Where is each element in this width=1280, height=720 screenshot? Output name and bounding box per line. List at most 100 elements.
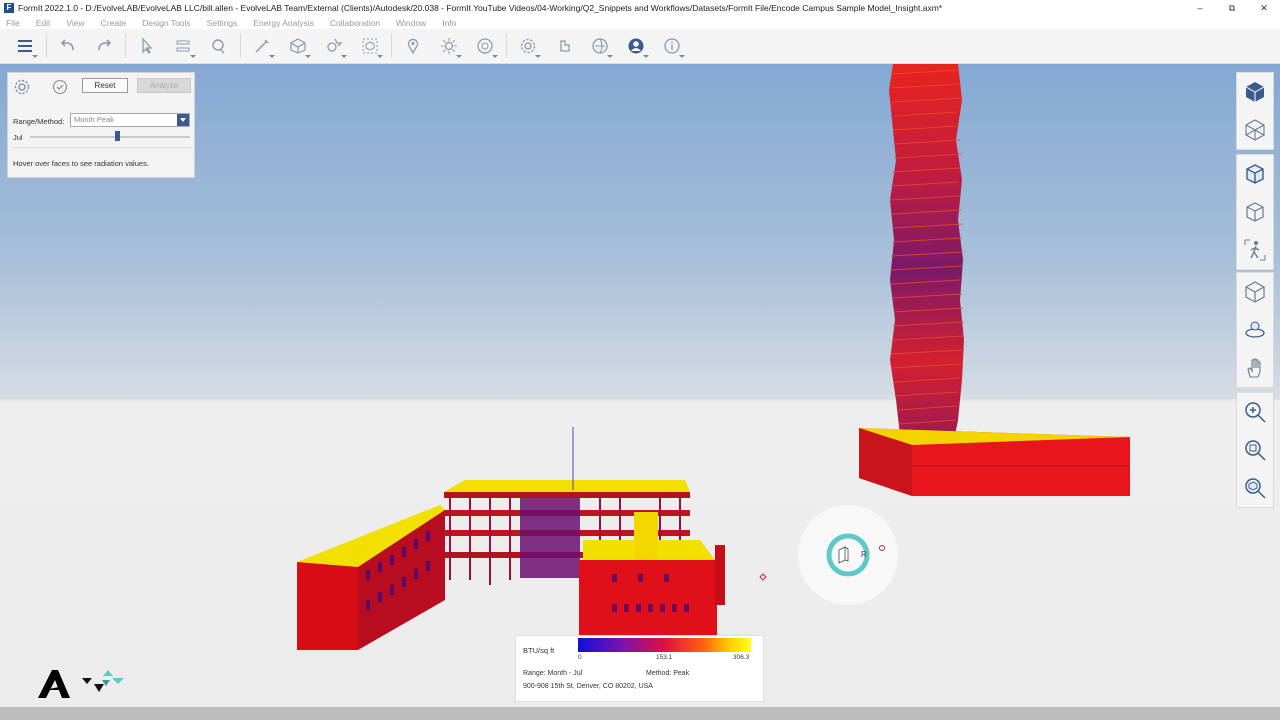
menu-energy-analysis[interactable]: Energy Analysis	[253, 18, 313, 28]
month-slider-thumb[interactable]	[115, 131, 120, 141]
menu-collaboration[interactable]: Collaboration	[330, 18, 380, 28]
look-around-icon	[1245, 321, 1265, 338]
location-button[interactable]	[398, 31, 428, 61]
walk-mode-button[interactable]	[1237, 231, 1273, 269]
campus-left-wing[interactable]	[297, 505, 445, 650]
walk-mode-icon	[1244, 239, 1266, 261]
panel-divider	[12, 147, 192, 148]
analysis-settings-icon[interactable]	[13, 78, 31, 96]
align-button[interactable]	[168, 31, 198, 61]
layers-icon	[18, 40, 32, 52]
right-tools-group-2	[1236, 154, 1274, 270]
menu-view[interactable]: View	[66, 18, 84, 28]
origin-marker	[759, 573, 767, 581]
legend-mid: 153.1	[656, 654, 673, 661]
look-around-button[interactable]	[1237, 311, 1273, 349]
tower-podium[interactable]	[859, 428, 1130, 496]
zoom-extents-icon	[1245, 440, 1266, 461]
zoom-selection-button[interactable]	[1237, 469, 1273, 507]
right-tools-group-1	[1236, 72, 1274, 150]
draw-line-icon	[255, 39, 269, 53]
visual-style-icon	[477, 38, 493, 54]
right-tools-group-4	[1236, 392, 1274, 508]
menu-create[interactable]: Create	[101, 18, 127, 28]
window-title: FormIt 2022.1.0 - D:/EvolveLAB/EvolveLAB…	[18, 3, 943, 13]
orthographic-view-icon	[1246, 202, 1264, 222]
chevron-down-icon[interactable]	[177, 114, 189, 126]
solid-button[interactable]	[283, 31, 313, 61]
zoom-extents-button[interactable]	[1237, 431, 1273, 469]
month-slider-track[interactable]	[30, 136, 190, 138]
legend-color-bar	[578, 638, 751, 652]
autodesk-logo	[38, 670, 70, 698]
restore-button[interactable]: ⧉	[1216, 3, 1248, 14]
reset-button[interactable]: Reset	[82, 78, 128, 93]
info-icon	[664, 38, 680, 54]
menu-bar: File Edit View Create Design Tools Setti…	[0, 16, 1280, 29]
pan-button[interactable]	[1237, 349, 1273, 387]
menu-file[interactable]: File	[6, 18, 20, 28]
info-button[interactable]	[657, 31, 687, 61]
analyze-button[interactable]: Analyze	[137, 78, 191, 93]
undo-button[interactable]	[53, 31, 83, 61]
collaboration-button[interactable]	[585, 31, 615, 61]
status-bar	[0, 707, 1280, 720]
user-button[interactable]	[621, 31, 651, 61]
redo-icon	[98, 39, 112, 51]
hover-hint: Hover over faces to see radiation values…	[13, 159, 149, 168]
main-toolbar	[0, 29, 1280, 64]
redo-button[interactable]	[89, 31, 119, 61]
boolean-button[interactable]	[319, 31, 349, 61]
solar-analysis-panel: Reset Analyze Range/Method: Month Peak J…	[7, 72, 195, 178]
menu-window[interactable]: Window	[396, 18, 426, 28]
sun-icon	[441, 38, 457, 54]
apply-check-button[interactable]	[53, 80, 67, 94]
zoom-in-button[interactable]	[1237, 393, 1273, 431]
boolean-icon	[327, 38, 343, 52]
group-button[interactable]	[355, 31, 385, 61]
draw-button[interactable]	[247, 31, 277, 61]
legend-range: Range: Month - Jul	[523, 670, 583, 677]
title-bar: F FormIt 2022.1.0 - D:/EvolveLAB/EvolveL…	[0, 0, 1280, 16]
legend-min: 0	[578, 654, 582, 661]
plugin-button[interactable]	[549, 31, 579, 61]
settings-button[interactable]	[513, 31, 543, 61]
legend-max: 306.3	[733, 654, 750, 661]
menu-edit[interactable]: Edit	[36, 18, 51, 28]
tape-measure-button[interactable]	[204, 31, 234, 61]
layers-button[interactable]	[10, 31, 40, 61]
sun-button[interactable]	[434, 31, 464, 61]
menu-settings[interactable]: Settings	[207, 18, 238, 28]
orbit-icon	[1245, 281, 1265, 303]
visual-style-button[interactable]	[470, 31, 500, 61]
user-icon	[628, 38, 644, 54]
orbit-button[interactable]	[1237, 273, 1273, 311]
view-cube-top-icon	[1245, 82, 1265, 102]
twisting-tower[interactable]	[889, 64, 965, 435]
right-tools-group-3	[1236, 272, 1274, 388]
compass-direction-label: R	[861, 550, 867, 559]
tape-measure-icon	[212, 39, 225, 54]
view-cube-top-button[interactable]	[1237, 73, 1273, 111]
close-button[interactable]: ✕	[1248, 3, 1280, 14]
menu-info[interactable]: Info	[442, 18, 456, 28]
section-box-button[interactable]	[1237, 111, 1273, 149]
legend-unit: BTU/sq ft	[523, 646, 555, 655]
select-button[interactable]	[132, 31, 162, 61]
viewcube-icon: R	[798, 505, 898, 605]
minimize-button[interactable]: –	[1184, 3, 1216, 14]
orthographic-view-button[interactable]	[1237, 193, 1273, 231]
menu-design-tools[interactable]: Design Tools	[142, 18, 191, 28]
checkmark-icon	[56, 84, 64, 90]
perspective-view-icon	[1246, 164, 1264, 184]
undo-icon	[60, 39, 74, 51]
location-pin-icon	[407, 38, 419, 55]
align-icon	[176, 40, 190, 52]
viewcube-compass[interactable]: R	[798, 505, 898, 605]
legend-method: Method: Peak	[646, 670, 690, 677]
select-icon	[142, 37, 153, 54]
perspective-view-button[interactable]	[1237, 155, 1273, 193]
solid-cube-icon	[290, 38, 306, 54]
formit-app-icon: F	[4, 3, 14, 13]
range-method-select[interactable]: Month Peak	[70, 113, 190, 127]
